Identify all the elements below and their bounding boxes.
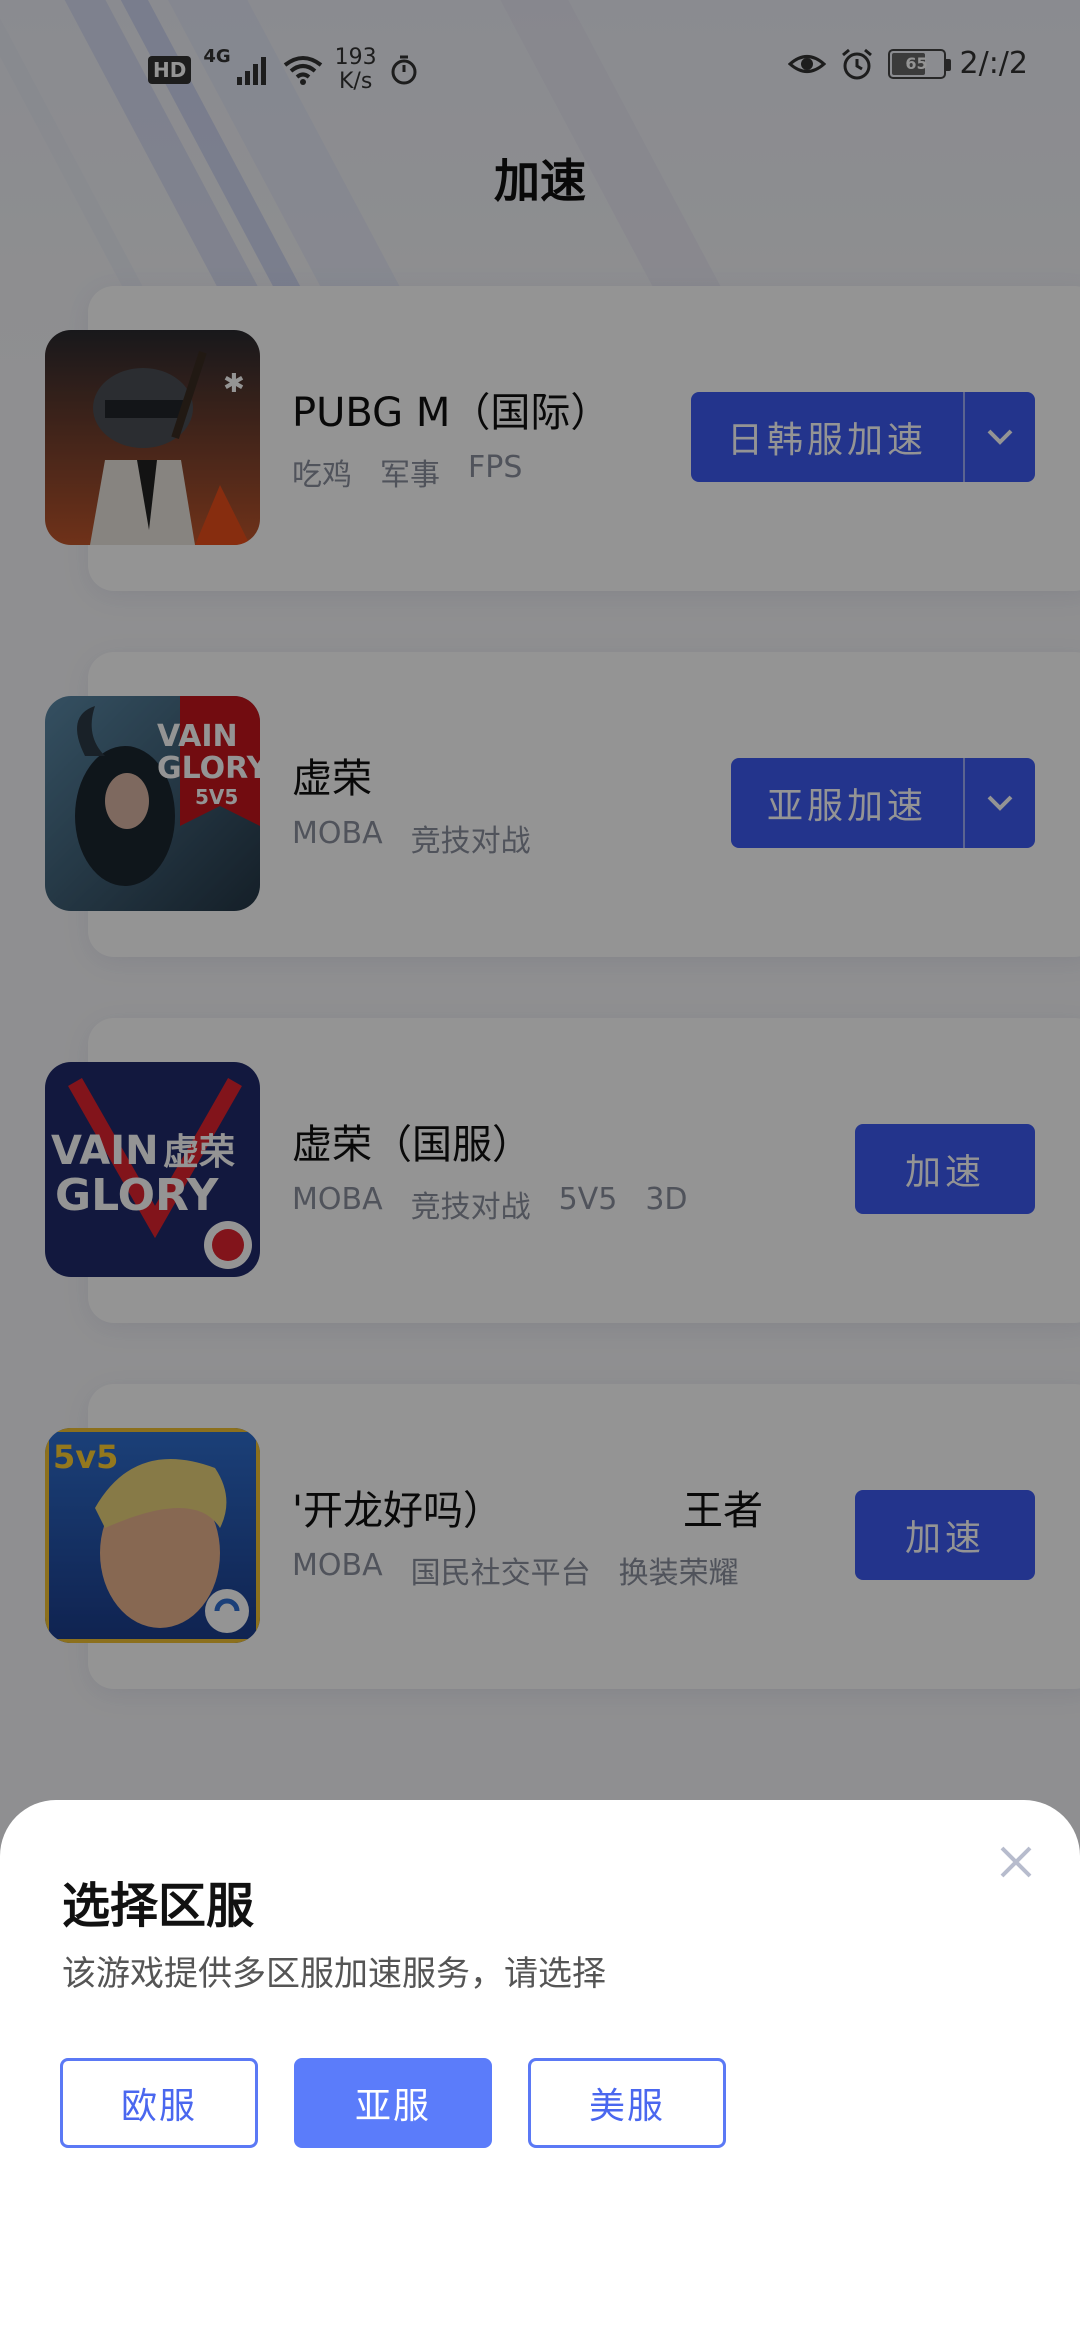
- region-select-sheet: 选择区服 该游戏提供多区服加速服务，请选择 欧服 亚服 美服: [0, 1800, 1080, 2340]
- region-button-asia[interactable]: 亚服: [294, 2058, 492, 2148]
- region-button-us[interactable]: 美服: [528, 2058, 726, 2148]
- sheet-title: 选择区服: [62, 1878, 255, 1934]
- region-button-eu[interactable]: 欧服: [60, 2058, 258, 2148]
- sheet-description: 该游戏提供多区服加速服务，请选择: [62, 1954, 606, 1994]
- close-icon[interactable]: [988, 1834, 1044, 1890]
- region-options: 欧服 亚服 美服: [60, 2058, 726, 2148]
